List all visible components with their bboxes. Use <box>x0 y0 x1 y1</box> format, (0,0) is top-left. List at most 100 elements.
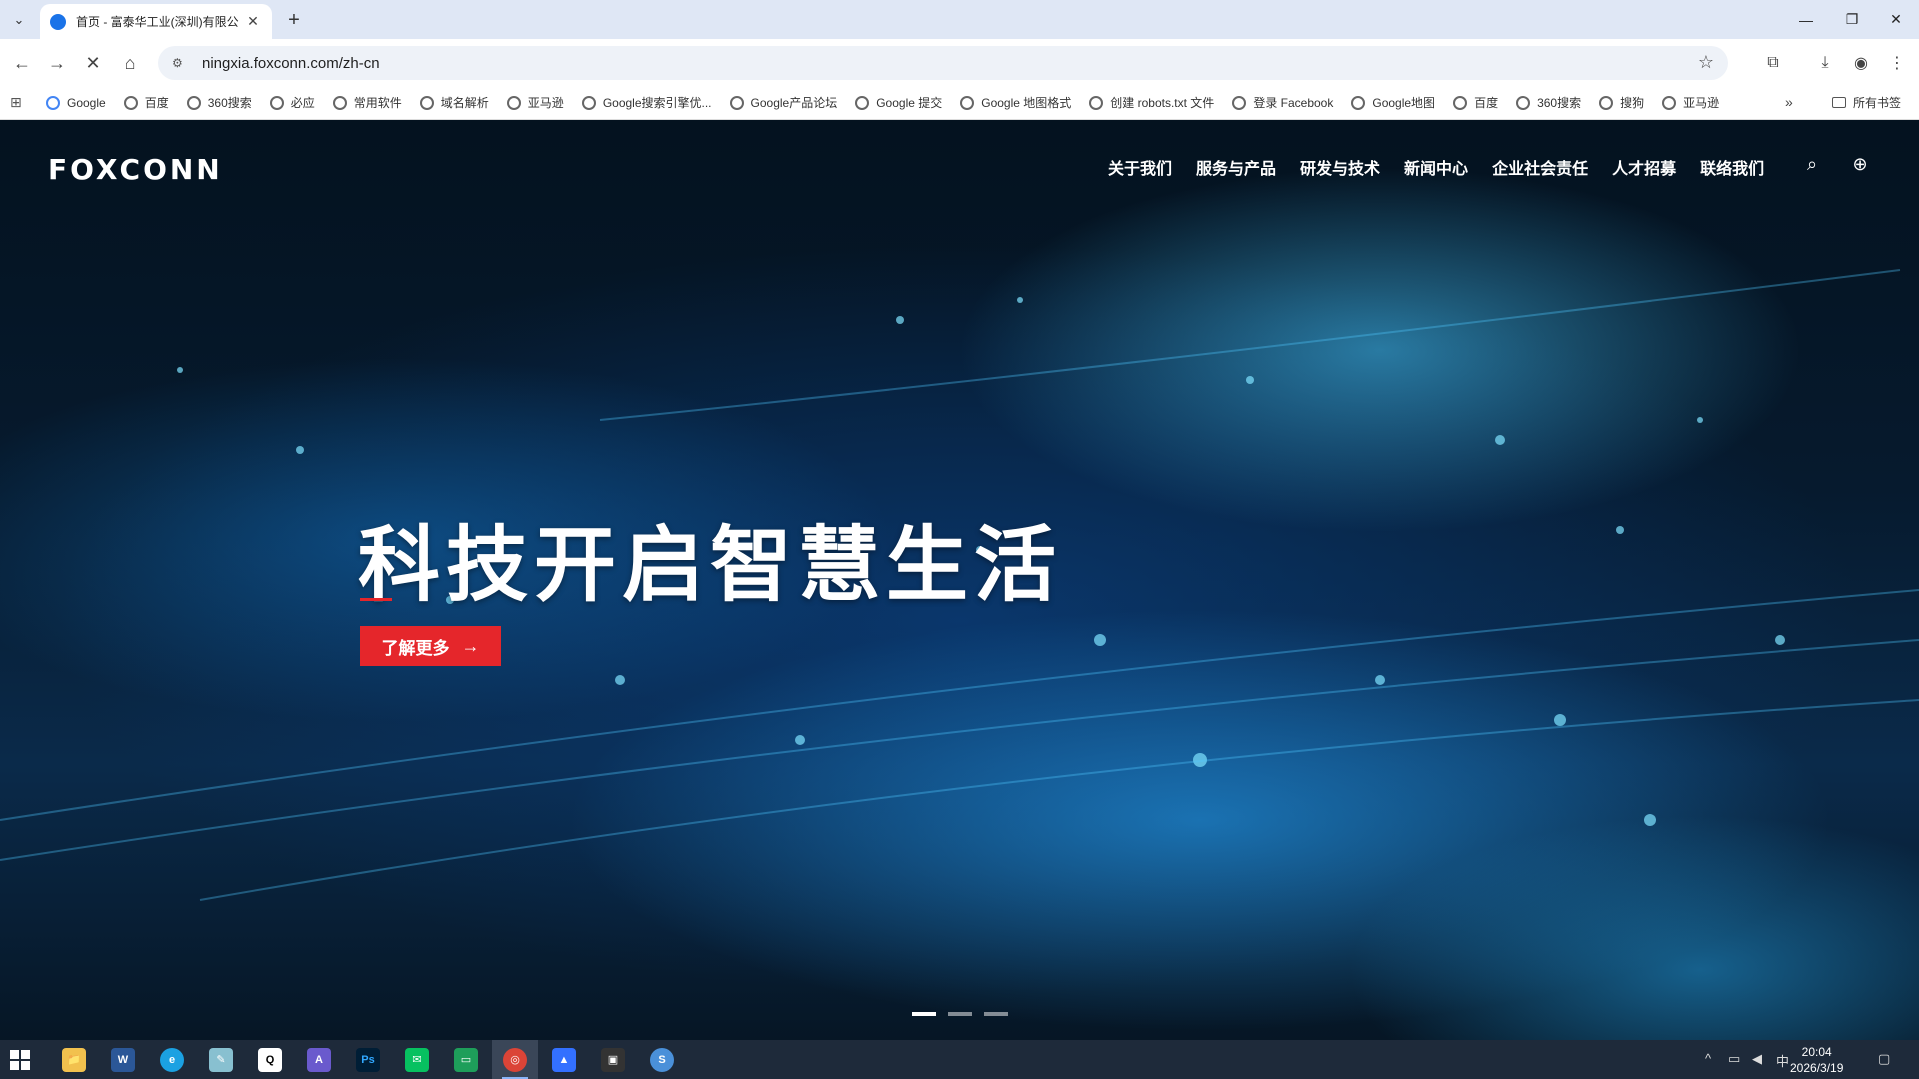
browser-tab[interactable]: 首页 - 富泰华工业(深圳)有限公 ✕ <box>40 4 272 39</box>
bookmark-item[interactable]: 亚马逊 <box>1662 94 1719 111</box>
carousel-indicators <box>912 1012 1020 1016</box>
window-close-icon[interactable]: ✕ <box>1873 0 1919 39</box>
language-globe-icon[interactable]: ⊕ <box>1848 152 1872 176</box>
bookmark-item[interactable]: 登录 Facebook <box>1232 94 1333 111</box>
arrow-right-icon: → <box>461 635 480 656</box>
notification-icon[interactable]: ▢ <box>1878 1051 1890 1067</box>
carousel-dot[interactable] <box>984 1012 1008 1016</box>
bookmark-star-icon[interactable]: ☆ <box>1698 52 1714 73</box>
bookmark-item[interactable]: 搜狗 <box>1599 94 1644 111</box>
browser-icon[interactable]: S <box>639 1040 685 1079</box>
notepad-icon[interactable]: ✎ <box>198 1040 244 1079</box>
nav-rd-technology[interactable]: 研发与技术 <box>1300 155 1380 179</box>
word-icon[interactable]: W <box>100 1040 146 1079</box>
wechat-icon[interactable]: ✉ <box>394 1040 440 1079</box>
chrome-icon[interactable]: ◎ <box>492 1040 538 1079</box>
bookmark-item[interactable]: 必应 <box>269 94 315 111</box>
qq-icon[interactable]: Q <box>247 1040 293 1079</box>
url-text: ningxia.foxconn.com/zh-cn <box>202 54 380 72</box>
folder-icon <box>1832 97 1846 108</box>
globe-icon <box>1351 95 1366 110</box>
video-icon[interactable]: ▣ <box>590 1040 636 1079</box>
bookmark-item[interactable]: 常用软件 <box>332 94 402 111</box>
google-icon <box>46 95 60 110</box>
carousel-dot[interactable] <box>912 1012 936 1016</box>
globe-icon <box>855 95 870 110</box>
clock-time: 20:04 <box>1801 1045 1832 1059</box>
bookmark-item[interactable]: Google地图 <box>1351 94 1435 111</box>
globe-icon <box>960 95 975 110</box>
nav-news[interactable]: 新闻中心 <box>1404 155 1468 179</box>
globe-icon <box>1089 95 1104 110</box>
home-icon[interactable]: ⌂ <box>117 50 143 76</box>
bookmark-item[interactable]: 360搜索 <box>186 94 252 111</box>
more-bookmarks-icon[interactable]: » <box>1785 94 1793 110</box>
apps-grid-icon[interactable]: ⊞ <box>10 94 32 111</box>
tab-close-icon[interactable]: ✕ <box>244 13 262 30</box>
bookmark-item[interactable]: 创建 robots.txt 文件 <box>1089 94 1214 111</box>
stop-loading-icon[interactable]: ✕ <box>80 50 106 76</box>
globe-icon <box>419 95 434 110</box>
bookmark-item[interactable]: 域名解析 <box>419 94 489 111</box>
bookmark-item[interactable]: 亚马逊 <box>506 94 564 111</box>
windows-taskbar: 📁 W e ✎ Q A Ps ✉ ▭ ◎ ▲ ▣ S ^ ▭ ◀ 中 20:04… <box>0 1040 1919 1079</box>
carousel-dot[interactable] <box>948 1012 972 1016</box>
monitor-icon[interactable]: ▭ <box>443 1040 489 1079</box>
globe-icon <box>506 95 521 110</box>
minimize-icon[interactable]: — <box>1783 0 1829 39</box>
bookmark-item[interactable]: 百度 <box>123 94 169 111</box>
bookmark-item[interactable]: Google产品论坛 <box>729 94 837 111</box>
globe-icon <box>1662 95 1677 110</box>
all-bookmarks-button[interactable]: 所有书签 <box>1832 94 1901 111</box>
profile-icon[interactable]: ◉ <box>1848 50 1874 76</box>
bookmark-item[interactable]: 百度 <box>1453 94 1498 111</box>
back-icon[interactable]: ← <box>9 50 35 76</box>
bookmark-item[interactable]: 360搜索 <box>1516 94 1581 111</box>
bookmarks-bar: ⊞ Google 百度 360搜索 必应 常用软件 域名解析 亚马逊 Googl… <box>0 86 1919 120</box>
restore-icon[interactable]: ❐ <box>1829 0 1875 39</box>
new-tab-button[interactable]: + <box>282 8 306 32</box>
hero-banner: FOXCONN 关于我们 服务与产品 研发与技术 新闻中心 企业社会责任 人才招… <box>0 120 1919 1040</box>
nav-services-products[interactable]: 服务与产品 <box>1196 155 1276 179</box>
edge-icon[interactable]: e <box>149 1040 195 1079</box>
app-icon[interactable]: A <box>296 1040 342 1079</box>
volume-icon[interactable]: ◀ <box>1752 1051 1762 1067</box>
foxconn-logo[interactable]: FOXCONN <box>48 153 223 186</box>
learn-more-button[interactable]: 了解更多 → <box>360 626 501 666</box>
nav-careers[interactable]: 人才招募 <box>1612 155 1676 179</box>
favicon-icon <box>50 13 66 30</box>
globe-icon <box>269 95 284 110</box>
bookmark-item[interactable]: Google 提交 <box>855 94 942 111</box>
globe-icon <box>1453 95 1468 110</box>
tab-search-icon[interactable]: ⌄ <box>8 9 30 31</box>
nav-contact[interactable]: 联络我们 <box>1700 155 1764 179</box>
nav-about[interactable]: 关于我们 <box>1108 155 1172 179</box>
search-icon[interactable]: ⌕ <box>1800 152 1824 176</box>
nav-csr[interactable]: 企业社会责任 <box>1492 155 1588 179</box>
globe-icon <box>1232 95 1247 110</box>
download-icon[interactable]: ⤓ <box>1812 50 1838 76</box>
photoshop-icon[interactable]: Ps <box>345 1040 391 1079</box>
bookmark-item[interactable]: Google 地图格式 <box>960 94 1071 111</box>
browser-toolbar: ← → ✕ ⌂ ⚙ ningxia.foxconn.com/zh-cn ☆ ⧉ … <box>0 39 1919 86</box>
forward-icon[interactable]: → <box>44 50 70 76</box>
bookmark-item[interactable]: Google <box>46 95 106 110</box>
site-info-icon[interactable]: ⚙ <box>172 56 188 70</box>
main-nav: 关于我们 服务与产品 研发与技术 新闻中心 企业社会责任 人才招募 联络我们 <box>1108 155 1788 179</box>
system-clock[interactable]: 20:04 2026/3/19 <box>1790 1044 1843 1076</box>
globe-icon <box>1516 95 1531 110</box>
ime-indicator[interactable]: 中 <box>1776 1051 1789 1070</box>
tab-strip: ⌄ 首页 - 富泰华工业(深圳)有限公 ✕ + — ❐ ✕ <box>0 0 1919 39</box>
tray-expand-icon[interactable]: ^ <box>1705 1051 1711 1066</box>
feishu-icon[interactable]: ▲ <box>541 1040 587 1079</box>
address-bar[interactable]: ⚙ ningxia.foxconn.com/zh-cn ☆ <box>158 46 1728 80</box>
windows-start-icon[interactable] <box>10 1050 30 1070</box>
globe-icon <box>1599 95 1614 110</box>
clock-date: 2026/3/19 <box>1790 1061 1844 1075</box>
network-icon[interactable]: ▭ <box>1728 1051 1740 1067</box>
bookmark-item[interactable]: Google搜索引擎优... <box>581 94 712 111</box>
file-explorer-icon[interactable]: 📁 <box>51 1040 97 1079</box>
globe-icon <box>729 95 744 110</box>
extensions-icon[interactable]: ⧉ <box>1760 50 1786 76</box>
menu-icon[interactable]: ⋮ <box>1884 50 1910 76</box>
